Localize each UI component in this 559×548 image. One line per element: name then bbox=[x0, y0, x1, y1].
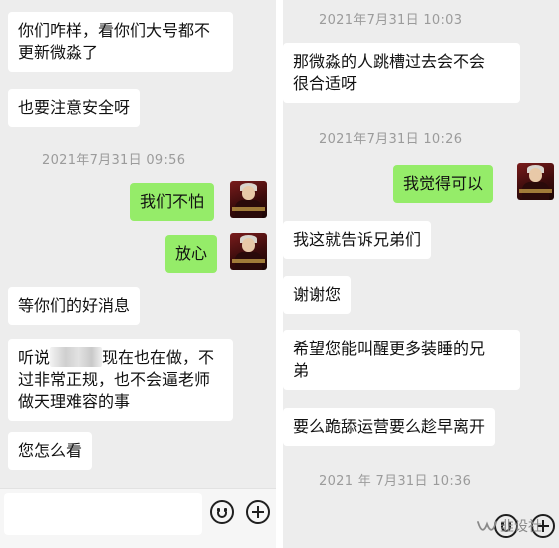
message-incoming[interactable]: 也要注意安全呀 bbox=[8, 89, 141, 127]
message-text: 也要注意安全呀 bbox=[18, 98, 131, 117]
message-text: 我这就告诉兄弟们 bbox=[293, 230, 422, 249]
message-text: 您怎么看 bbox=[18, 441, 83, 460]
timestamp: 2021 年 7月31日 10:36 bbox=[319, 474, 472, 489]
message-text: 我觉得可以 bbox=[403, 174, 484, 193]
message-line: 更新微淼了 bbox=[18, 43, 99, 62]
message-line: 你们咋样，看你们大号都不 bbox=[18, 21, 211, 40]
message-text: 我们不怕 bbox=[140, 192, 205, 211]
avatar[interactable] bbox=[230, 233, 267, 270]
redacted-blur bbox=[50, 347, 103, 367]
message-incoming[interactable]: 希望您能叫醒更多装睡的兄 弟 bbox=[283, 330, 520, 390]
plus-circle-icon[interactable] bbox=[246, 500, 270, 524]
message-incoming[interactable]: 听说 现在也在做，不 过非常正规，也不会逼老师 做天理难容的事 bbox=[8, 339, 233, 421]
timestamp: 2021年7月31日 10:03 bbox=[319, 13, 463, 28]
message-line: 听说 现在也在做，不 bbox=[18, 347, 215, 367]
timestamp: 2021年7月31日 10:26 bbox=[319, 132, 463, 147]
message-incoming[interactable]: 那微淼的人跳槽过去会不会 很合适呀 bbox=[283, 43, 520, 103]
message-incoming[interactable]: 你们咋样，看你们大号都不 更新微淼了 bbox=[8, 12, 233, 72]
message-text: 要么跪舔运营要么趁早离开 bbox=[293, 417, 486, 436]
message-line: 过非常正规，也不会逼老师 bbox=[18, 370, 211, 389]
message-incoming[interactable]: 我这就告诉兄弟们 bbox=[283, 221, 432, 259]
message-outgoing[interactable]: 放心 bbox=[165, 235, 218, 273]
message-line: 弟 bbox=[293, 361, 310, 380]
message-incoming[interactable]: 要么跪舔运营要么趁早离开 bbox=[283, 408, 496, 446]
message-outgoing[interactable]: 我觉得可以 bbox=[393, 165, 494, 203]
panel-divider bbox=[276, 0, 283, 548]
message-input[interactable] bbox=[4, 493, 202, 535]
message-text: 谢谢您 bbox=[293, 285, 342, 304]
timestamp: 2021年7月31日 09:56 bbox=[42, 153, 186, 168]
message-text: 放心 bbox=[175, 244, 208, 263]
message-line: 做天理难容的事 bbox=[18, 392, 131, 411]
message-line: 那微淼的人跳槽过去会不会 bbox=[293, 52, 486, 71]
message-outgoing[interactable]: 我们不怕 bbox=[130, 183, 215, 221]
chat-panel-right: 2021年7月31日 10:03 那微淼的人跳槽过去会不会 很合适呀 2021年… bbox=[283, 0, 559, 548]
watermark-text: 韭设社 bbox=[500, 519, 542, 535]
chat-panel-left: 你们咋样，看你们大号都不 更新微淼了 也要注意安全呀 2021年7月31日 09… bbox=[0, 0, 276, 548]
avatar[interactable] bbox=[517, 163, 554, 200]
message-text: 等你们的好消息 bbox=[18, 296, 131, 315]
message-line: 希望您能叫醒更多装睡的兄 bbox=[293, 339, 486, 358]
message-incoming[interactable]: 您怎么看 bbox=[8, 432, 93, 470]
wechat-channel-icon bbox=[477, 521, 497, 531]
input-bar bbox=[0, 488, 276, 548]
message-incoming[interactable]: 谢谢您 bbox=[283, 276, 352, 314]
message-incoming[interactable]: 等你们的好消息 bbox=[8, 287, 141, 325]
message-line: 很合适呀 bbox=[293, 74, 358, 93]
avatar[interactable] bbox=[230, 181, 267, 218]
smiley-face-icon[interactable] bbox=[210, 500, 234, 524]
